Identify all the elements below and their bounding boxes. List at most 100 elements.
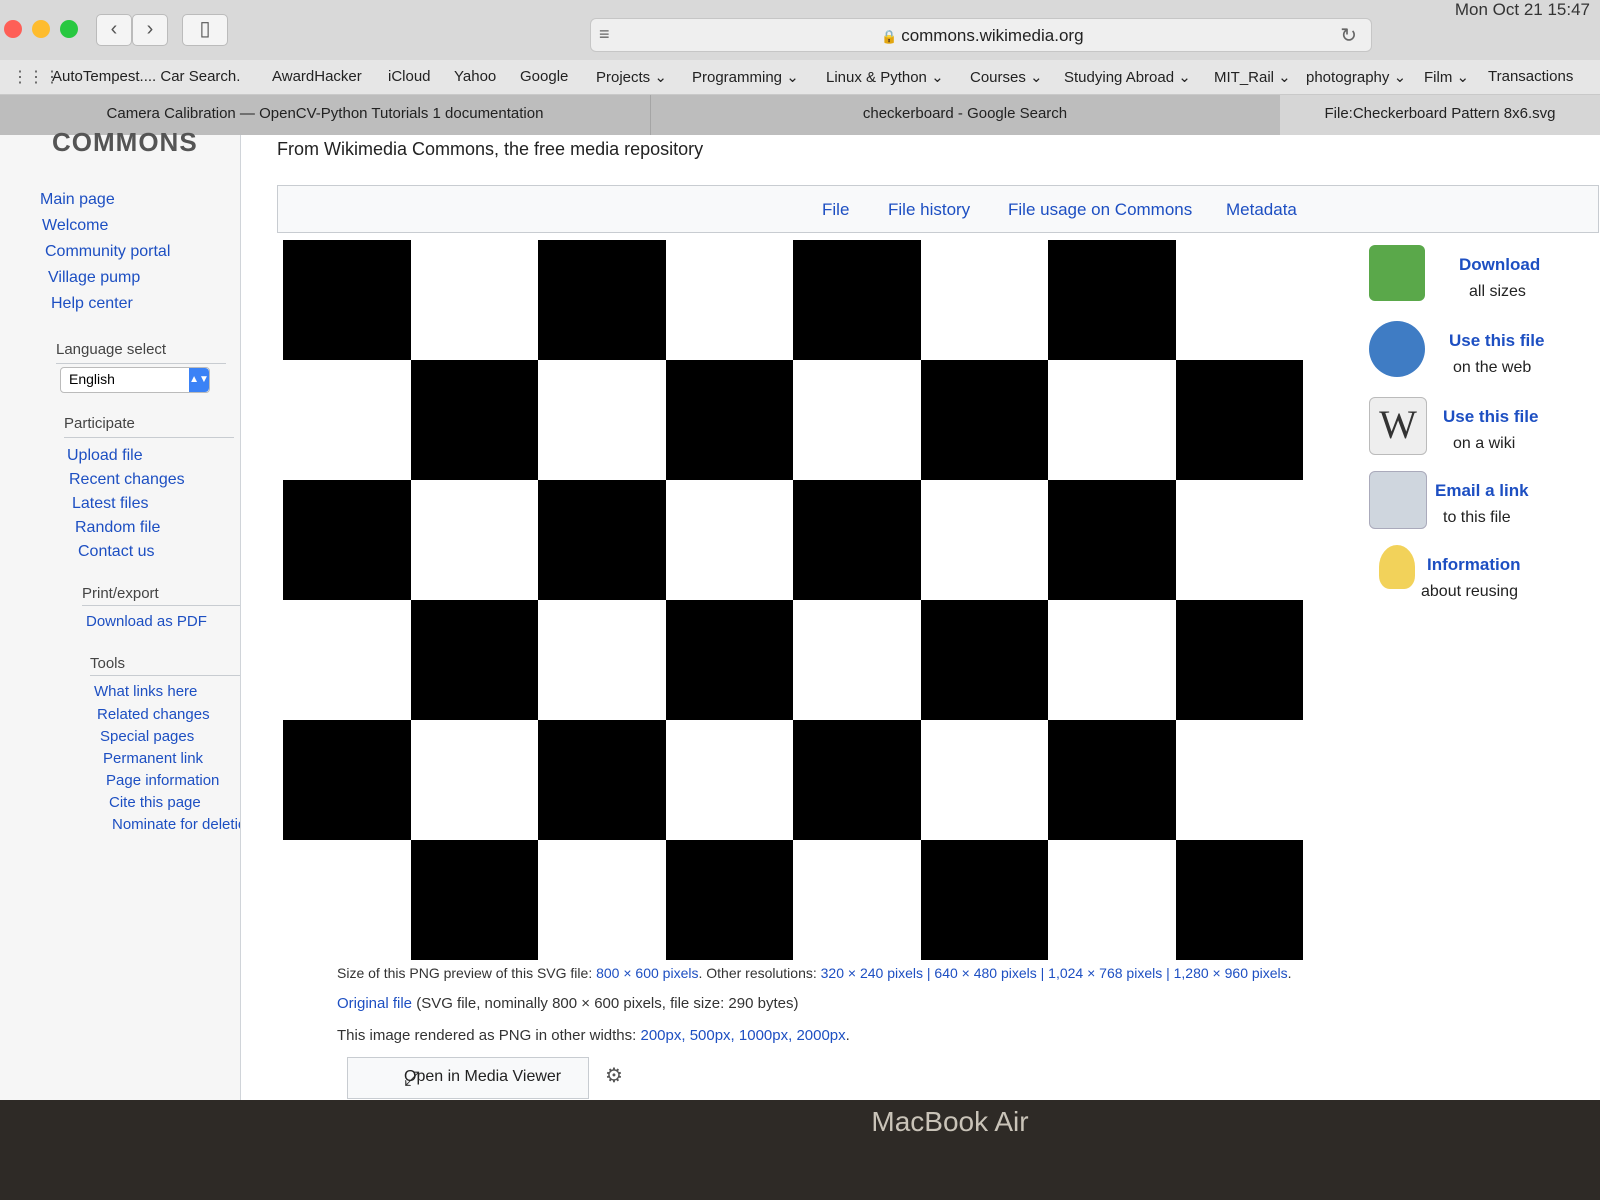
- sidebar-link-latest-files[interactable]: Latest files: [72, 495, 148, 513]
- checker-square: [1048, 240, 1176, 360]
- sidebar-link-cite-this-page[interactable]: Cite this page: [109, 794, 201, 811]
- bookmark-item[interactable]: iCloud: [388, 68, 431, 85]
- download-action[interactable]: Download all sizes: [1369, 245, 1589, 315]
- checker-square: [920, 360, 1048, 480]
- other-widths-links[interactable]: 200px, 500px, 1000px, 2000px: [640, 1027, 845, 1044]
- lock-icon: 🔒: [881, 29, 898, 44]
- sidebar-link-download-pdf[interactable]: Download as PDF: [86, 613, 207, 630]
- tab-commons-file[interactable]: File:Checkerboard Pattern 8x6.svg: [1280, 95, 1600, 135]
- main-content: From Wikimedia Commons, the free media r…: [240, 135, 1600, 1100]
- other-resolutions-links[interactable]: 320 × 240 pixels | 640 × 480 pixels | 1,…: [821, 965, 1288, 981]
- checker-square: [283, 480, 411, 600]
- bookmark-item[interactable]: Google: [520, 68, 568, 85]
- sidebar-link-nominate-deletion[interactable]: Nominate for deletion: [112, 816, 255, 833]
- action-title[interactable]: Use this file: [1443, 407, 1538, 427]
- sidebar-link-community-portal[interactable]: Community portal: [45, 243, 170, 261]
- sidebar-link-help-center[interactable]: Help center: [51, 295, 133, 313]
- checker-square: [793, 240, 921, 360]
- sidebar-link-special-pages[interactable]: Special pages: [100, 728, 194, 745]
- language-dropdown[interactable]: English ▲▼: [60, 367, 210, 393]
- sidebar-link-recent-changes[interactable]: Recent changes: [69, 471, 185, 489]
- back-button[interactable]: ‹: [96, 14, 132, 46]
- bookmark-item[interactable]: AwardHacker: [272, 68, 362, 85]
- reload-icon[interactable]: ↻: [1340, 23, 1357, 48]
- address-bar[interactable]: ≡ 🔒 commons.wikimedia.org ↻: [590, 18, 1372, 52]
- sidebar-link-welcome[interactable]: Welcome: [42, 217, 108, 235]
- other-widths-line: This image rendered as PNG in other widt…: [337, 1027, 850, 1044]
- bookmark-item[interactable]: AutoTempest.... Car Search.: [52, 68, 240, 85]
- bookmark-folder[interactable]: Programming ⌄: [692, 68, 799, 86]
- screen: ‹ › ▯ ≡ 🔒 commons.wikimedia.org ↻ Mon Oct…: [0, 0, 1600, 1100]
- lightbulb-icon: [1379, 545, 1415, 589]
- forward-button[interactable]: ›: [132, 14, 168, 46]
- checker-square: [283, 240, 411, 360]
- divider: [56, 363, 226, 364]
- checker-square: [1175, 840, 1303, 960]
- sidebar-link-contact-us[interactable]: Contact us: [78, 543, 154, 561]
- open-media-viewer-button[interactable]: ⤢ Open in Media Viewer: [347, 1057, 589, 1099]
- close-window-button[interactable]: [4, 20, 22, 38]
- checker-square: [410, 840, 538, 960]
- preview-size-link[interactable]: 800 × 600 pixels: [596, 965, 698, 981]
- action-subtitle: on the web: [1453, 359, 1532, 376]
- minimize-window-button[interactable]: [32, 20, 50, 38]
- file-nav-file[interactable]: File: [822, 200, 849, 220]
- info-text: . Other resolutions:: [698, 965, 817, 981]
- sidebar-toggle-button[interactable]: ▯: [182, 14, 228, 46]
- action-subtitle: about reusing: [1421, 583, 1518, 600]
- action-title[interactable]: Download: [1459, 255, 1540, 275]
- bookmark-folder[interactable]: photography ⌄: [1306, 68, 1406, 86]
- divider: [82, 605, 252, 606]
- bookmark-item[interactable]: Transactions: [1488, 68, 1573, 85]
- action-title[interactable]: Email a link: [1435, 481, 1529, 501]
- sidebar-link-random-file[interactable]: Random file: [75, 519, 160, 537]
- preview-size-line: Size of this PNG preview of this SVG fil…: [337, 965, 1292, 981]
- select-arrow-icon: ▲▼: [189, 368, 209, 392]
- use-on-web-action[interactable]: Use this file on the web: [1369, 321, 1589, 391]
- checker-square: [1048, 480, 1176, 600]
- sidebar-link-related-changes[interactable]: Related changes: [97, 706, 210, 723]
- macbook-label: MacBook Air: [871, 1106, 1029, 1137]
- original-file-link[interactable]: Original file: [337, 995, 412, 1012]
- bookmark-folder[interactable]: Linux & Python ⌄: [826, 68, 944, 86]
- file-nav-metadata[interactable]: Metadata: [1226, 200, 1297, 220]
- original-file-line: Original file (SVG file, nominally 800 ×…: [337, 995, 798, 1012]
- action-title[interactable]: Use this file: [1449, 331, 1544, 351]
- bookmark-folder[interactable]: Projects ⌄: [596, 68, 667, 86]
- download-icon: [1369, 245, 1425, 301]
- sidebar-link-upload-file[interactable]: Upload file: [67, 447, 143, 465]
- bookmark-folder[interactable]: Film ⌄: [1424, 68, 1469, 86]
- bookmark-folder[interactable]: Studying Abroad ⌄: [1064, 68, 1191, 86]
- sidebar-link-what-links-here[interactable]: What links here: [94, 683, 197, 700]
- checkerboard-image[interactable]: [283, 240, 1303, 960]
- reuse-info-action[interactable]: Information about reusing: [1369, 545, 1589, 615]
- sidebar-link-page-information[interactable]: Page information: [106, 772, 219, 789]
- bookmark-folder[interactable]: Courses ⌄: [970, 68, 1043, 86]
- bookmark-folder[interactable]: MIT_Rail ⌄: [1214, 68, 1291, 86]
- gear-icon[interactable]: ⚙: [605, 1063, 623, 1088]
- checker-square: [410, 600, 538, 720]
- use-on-wiki-action[interactable]: W Use this file on a wiki: [1369, 397, 1589, 467]
- sidebar-link-main-page[interactable]: Main page: [40, 191, 115, 209]
- file-nav-file-history[interactable]: File history: [888, 200, 970, 220]
- commons-logo[interactable]: COMMONS: [52, 127, 198, 158]
- checker-square: [1048, 720, 1176, 840]
- checker-square: [665, 360, 793, 480]
- email-link-action[interactable]: Email a link to this file: [1369, 471, 1589, 541]
- webpage: COMMONS Main page Welcome Community port…: [0, 127, 1600, 1100]
- reader-view-icon[interactable]: ≡: [599, 24, 610, 45]
- checker-square: [793, 720, 921, 840]
- action-title[interactable]: Information: [1427, 555, 1521, 575]
- bookmark-item[interactable]: Yahoo: [454, 68, 496, 85]
- zoom-window-button[interactable]: [60, 20, 78, 38]
- browser-titlebar: ‹ › ▯ ≡ 🔒 commons.wikimedia.org ↻ Mon Oct…: [0, 0, 1600, 61]
- media-viewer-label: Open in Media Viewer: [404, 1068, 562, 1085]
- url-text: commons.wikimedia.org: [901, 26, 1084, 45]
- file-nav-file-usage[interactable]: File usage on Commons: [1008, 200, 1192, 220]
- sidebar-link-permanent-link[interactable]: Permanent link: [103, 750, 203, 767]
- language-select-heading: Language select: [56, 341, 167, 358]
- site-tagline: From Wikimedia Commons, the free media r…: [277, 139, 704, 159]
- sidebar-link-village-pump[interactable]: Village pump: [48, 269, 140, 287]
- bookmarks-bar: ⋮⋮⋮ AutoTempest.... Car Search. AwardHac…: [0, 60, 1600, 95]
- tab-google-search[interactable]: checkerboard - Google Search: [650, 95, 1281, 135]
